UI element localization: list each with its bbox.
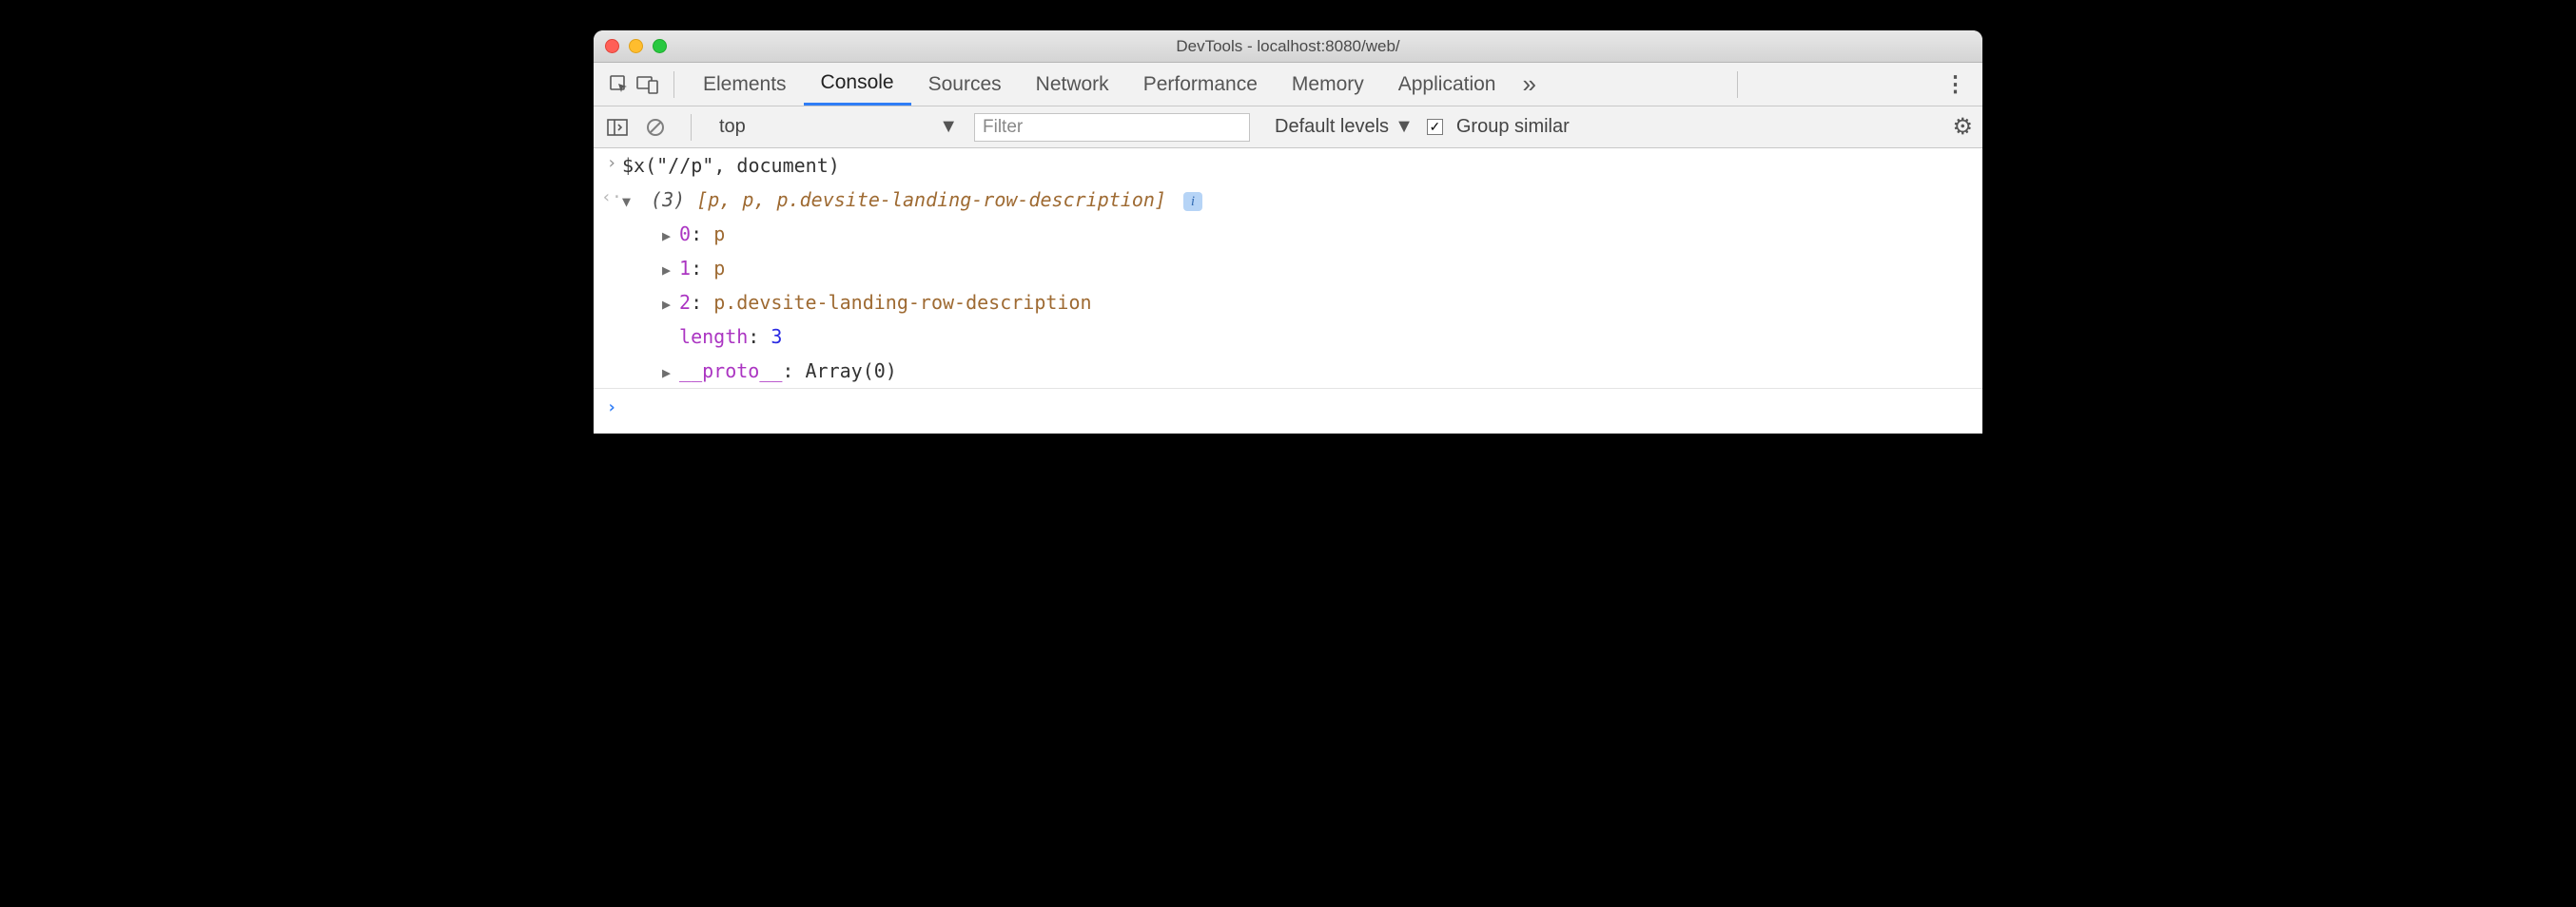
console-input-text: $x("//p", document): [622, 150, 1979, 181]
tab-application[interactable]: Application: [1381, 63, 1513, 106]
index-value: p: [713, 222, 725, 245]
dropdown-icon: ▼: [1395, 116, 1414, 138]
console-sidebar-toggle-icon[interactable]: [603, 113, 632, 142]
console-output-summary[interactable]: ‹· ▼ (3) [p, p, p.devsite-landing-row-de…: [594, 183, 1982, 217]
main-tabbar: Elements Console Sources Network Perform…: [594, 63, 1982, 106]
log-level-selector[interactable]: Default levels ▼: [1275, 116, 1414, 138]
expand-toggle-icon[interactable]: ▶: [662, 293, 679, 316]
proto-value: Array(0): [806, 359, 897, 382]
prompt-chevron-icon: ›: [601, 395, 622, 422]
close-window-icon[interactable]: [605, 39, 619, 53]
levels-label: Default levels: [1275, 116, 1389, 138]
console-prompt[interactable]: ›: [594, 389, 1982, 434]
output-indicator-icon: ‹·: [601, 184, 622, 212]
context-selector[interactable]: top ▼: [712, 115, 965, 139]
window-controls: [605, 39, 667, 53]
separator: [673, 71, 674, 98]
array-proto[interactable]: ▶__proto__: Array(0): [594, 354, 1982, 389]
expand-toggle-icon[interactable]: ▼: [622, 190, 639, 213]
expand-toggle-icon[interactable]: ▶: [662, 361, 679, 384]
tab-sources[interactable]: Sources: [911, 63, 1019, 106]
index-key: 2: [679, 291, 691, 314]
index-key: 0: [679, 222, 691, 245]
tabs-overflow-icon[interactable]: »: [1512, 69, 1545, 99]
window-title: DevTools - localhost:8080/web/: [1176, 37, 1399, 56]
tab-console[interactable]: Console: [804, 63, 911, 106]
console-input-line: › $x("//p", document): [594, 148, 1982, 183]
group-similar-checkbox[interactable]: ✓: [1427, 119, 1443, 135]
index-key: 1: [679, 257, 691, 280]
input-prompt-icon: ›: [601, 150, 622, 178]
console-body: › $x("//p", document) ‹· ▼ (3) [p, p, p.…: [594, 148, 1982, 434]
inspect-element-icon[interactable]: [605, 70, 634, 99]
context-value: top: [719, 116, 746, 138]
array-item-2[interactable]: ▶2: p.devsite-landing-row-description: [594, 285, 1982, 319]
dropdown-icon: ▼: [939, 116, 958, 138]
tab-performance[interactable]: Performance: [1126, 63, 1275, 106]
tab-memory[interactable]: Memory: [1275, 63, 1381, 106]
tab-network[interactable]: Network: [1019, 63, 1126, 106]
kebab-menu-icon[interactable]: ⋮: [1941, 71, 1971, 97]
index-value: p.devsite-landing-row-description: [713, 291, 1091, 314]
index-value: p: [713, 257, 725, 280]
array-item-1[interactable]: ▶1: p: [594, 251, 1982, 285]
group-similar-label: Group similar: [1456, 116, 1570, 138]
length-key: length: [679, 325, 748, 348]
array-count: (3): [651, 188, 685, 211]
minimize-window-icon[interactable]: [629, 39, 643, 53]
info-icon[interactable]: i: [1183, 192, 1202, 211]
console-toolbar: top ▼ Filter Default levels ▼ ✓ Group si…: [594, 106, 1982, 148]
filter-input[interactable]: Filter: [974, 113, 1250, 142]
array-item-0[interactable]: ▶0: p: [594, 217, 1982, 251]
separator: [691, 114, 692, 141]
separator: [1737, 71, 1738, 98]
array-length: length: 3: [594, 319, 1982, 354]
device-toggle-icon[interactable]: [634, 70, 662, 99]
filter-placeholder: Filter: [983, 117, 1023, 138]
settings-gear-icon[interactable]: ⚙: [1952, 113, 1973, 141]
expand-toggle-icon[interactable]: ▶: [662, 224, 679, 247]
length-value: 3: [771, 325, 782, 348]
clear-console-icon[interactable]: [641, 113, 670, 142]
expand-toggle-icon[interactable]: ▶: [662, 259, 679, 281]
devtools-window: DevTools - localhost:8080/web/ Elements …: [594, 30, 1982, 434]
tab-elements[interactable]: Elements: [686, 63, 804, 106]
zoom-window-icon[interactable]: [653, 39, 667, 53]
proto-key: __proto__: [679, 359, 782, 382]
titlebar: DevTools - localhost:8080/web/: [594, 30, 1982, 63]
